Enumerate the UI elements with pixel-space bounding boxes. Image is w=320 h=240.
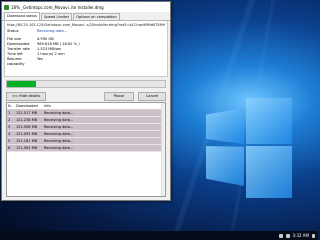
taskbar-clock[interactable]: 3:32 AM bbox=[293, 233, 309, 238]
status-value: Receiving data... bbox=[37, 29, 68, 33]
row-downloaded: 121.238 MB bbox=[16, 118, 38, 122]
info-label: Resume capability bbox=[7, 57, 25, 66]
system-tray: 3:32 AM bbox=[278, 233, 315, 238]
header-n[interactable]: N. bbox=[7, 103, 16, 109]
row-info: Receiving data... bbox=[44, 111, 74, 115]
row-number: 5 bbox=[8, 139, 11, 143]
row-number: 1 bbox=[8, 111, 11, 115]
row-number: 2 bbox=[8, 118, 11, 122]
window-titlebar[interactable]: 18% _Getintopc.com_Movavi..ite Installer… bbox=[2, 2, 170, 12]
row-downloaded: 121.091 MB bbox=[16, 132, 38, 136]
status-panel: http://85.25.103.125/Getintopc.com_Movav… bbox=[4, 21, 168, 77]
header-downloaded[interactable]: Downloaded bbox=[16, 103, 44, 109]
row-info: Receiving data... bbox=[44, 132, 74, 136]
status-label: Status bbox=[7, 29, 19, 33]
window-title: 18% _Getintopc.com_Movavi..ite Installer… bbox=[11, 4, 104, 10]
row-info: Receiving data... bbox=[44, 118, 74, 122]
progress-fill bbox=[7, 81, 37, 87]
row-downloaded: 121.517 MB bbox=[16, 111, 38, 115]
notification-icon[interactable] bbox=[312, 233, 315, 238]
tab-options-on-completion[interactable]: Options on completion bbox=[73, 13, 120, 20]
download-url: http://85.25.103.125/Getintopc.com_Movav… bbox=[7, 23, 165, 27]
row-number: 6 bbox=[8, 146, 11, 150]
download-window: 18% _Getintopc.com_Movavi..ite Installer… bbox=[1, 1, 171, 201]
table-row[interactable]: 2 121.238 MB Receiving data... bbox=[7, 117, 165, 124]
tab-speed-limiter[interactable]: Speed Limiter bbox=[41, 13, 73, 20]
taskbar: 3:32 AM bbox=[0, 231, 318, 240]
table-row[interactable]: 4 121.091 MB Receiving data... bbox=[7, 131, 165, 138]
volume-icon[interactable] bbox=[285, 233, 290, 238]
hide-details-button[interactable]: << Hide details bbox=[6, 91, 46, 101]
row-info: Receiving data... bbox=[44, 146, 74, 150]
table-row[interactable]: 1 121.517 MB Receiving data... bbox=[7, 110, 165, 117]
table-row[interactable]: 3 121.556 MB Receiving data... bbox=[7, 124, 165, 131]
header-info[interactable]: Info bbox=[44, 103, 165, 109]
tab-download-status[interactable]: Download status bbox=[4, 12, 41, 20]
tab-bar: Download status Speed Limiter Options on… bbox=[2, 12, 170, 21]
row-downloaded: 121.161 MB bbox=[16, 139, 38, 143]
table-row[interactable]: 5 121.161 MB Receiving data... bbox=[7, 138, 165, 145]
row-number: 3 bbox=[8, 125, 11, 129]
row-number: 4 bbox=[8, 132, 11, 136]
row-info: Receiving data... bbox=[44, 139, 74, 143]
connections-table: N. Downloaded Info 1 121.517 MB Receivin… bbox=[6, 102, 166, 197]
info-value: Yes bbox=[37, 57, 43, 61]
cancel-button[interactable]: Cancel bbox=[138, 91, 166, 101]
row-downloaded: 121.556 MB bbox=[16, 125, 38, 129]
button-row: << Hide details Pause Cancel bbox=[6, 91, 166, 101]
table-row[interactable]: 6 121.063 MB Receiving data... bbox=[7, 145, 165, 152]
row-info: Receiving data... bbox=[44, 125, 74, 129]
row-downloaded: 121.063 MB bbox=[16, 146, 38, 150]
info-row-resume-capability: Resume capability Yes bbox=[7, 57, 165, 67]
pause-button[interactable]: Pause bbox=[104, 91, 134, 101]
download-manager-icon bbox=[4, 4, 9, 10]
download-progress-bar bbox=[6, 80, 166, 88]
network-icon[interactable] bbox=[278, 233, 283, 238]
table-scrollbar[interactable] bbox=[161, 103, 165, 196]
table-header: N. Downloaded Info bbox=[7, 103, 165, 110]
